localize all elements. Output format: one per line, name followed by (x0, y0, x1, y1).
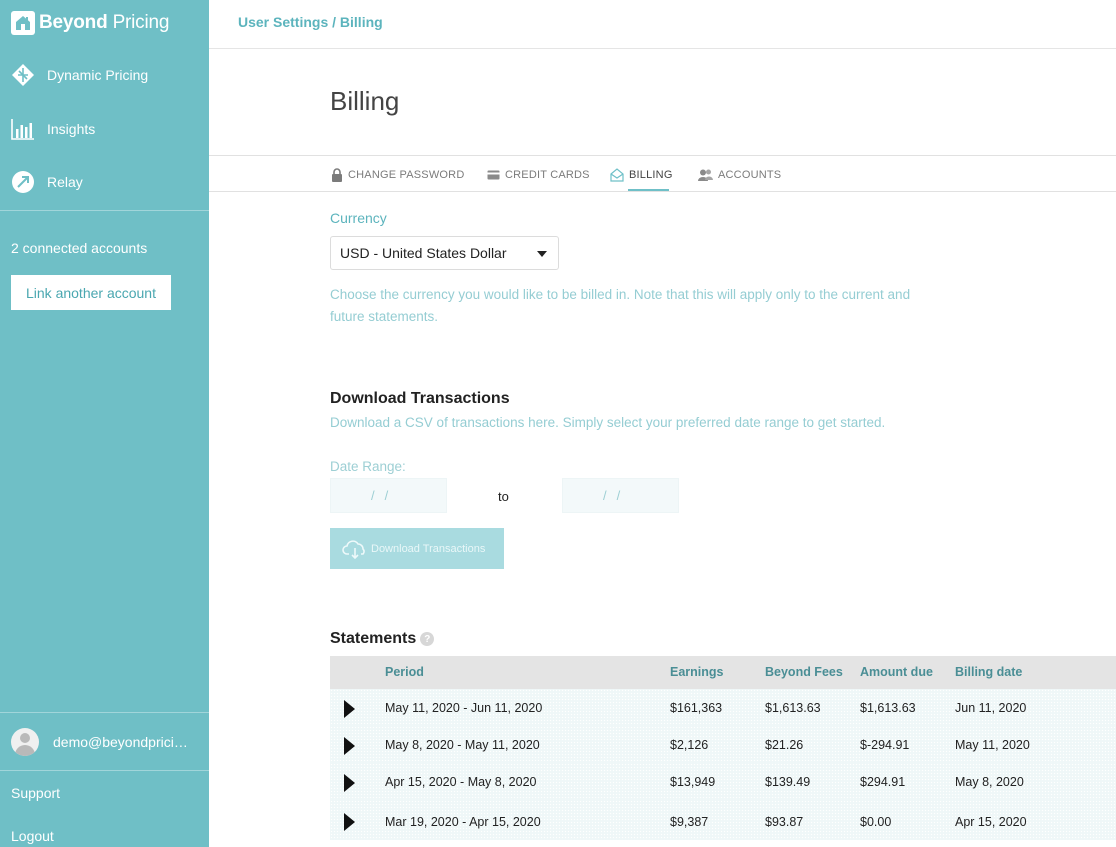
link-account-button[interactable]: Link another account (11, 275, 171, 310)
tab-label: ACCOUNTS (718, 169, 782, 181)
divider (0, 712, 209, 713)
column-header-fees[interactable]: Beyond Fees (765, 665, 843, 679)
tab-accounts[interactable]: ACCOUNTS (698, 166, 781, 184)
cell-period: May 11, 2020 - Jun 11, 2020 (385, 701, 543, 715)
currency-selected-value: USD - United States Dollar (340, 245, 507, 261)
divider (209, 191, 1116, 192)
avatar (11, 728, 39, 756)
dynamic-pricing-icon (11, 63, 35, 87)
credit-card-icon (487, 170, 500, 180)
sidebar-item-label: Relay (47, 174, 83, 190)
sidebar: Beyond Pricing Dynamic Pricing Insights (0, 0, 209, 847)
divider (0, 210, 209, 211)
expand-arrow-icon[interactable] (344, 737, 355, 755)
cell-amount-due: $-294.91 (860, 738, 910, 752)
billing-icon (610, 168, 624, 182)
sidebar-item-dynamic-pricing[interactable]: Dynamic Pricing (11, 61, 148, 89)
support-link[interactable]: Support (11, 785, 60, 801)
expand-arrow-icon[interactable] (344, 813, 355, 831)
tab-change-password[interactable]: CHANGE PASSWORD (331, 166, 464, 184)
cell-billing-date: Jun 11, 2020 (955, 701, 1027, 715)
download-transactions-title: Download Transactions (330, 390, 510, 407)
sidebar-item-relay[interactable]: Relay (11, 168, 83, 196)
end-date-input[interactable]: // (562, 478, 679, 513)
user-menu[interactable]: demo@beyondpricing.com (11, 727, 201, 757)
cell-fees: $1,613.63 (765, 701, 821, 715)
cell-billing-date: Apr 15, 2020 (955, 815, 1027, 829)
tab-billing[interactable]: BILLING (610, 166, 673, 184)
chevron-down-icon (537, 251, 547, 257)
table-row[interactable]: May 11, 2020 - Jun 11, 2020 $161,363 $1,… (330, 689, 1116, 726)
tab-label: BILLING (629, 169, 673, 181)
help-icon[interactable]: ? (420, 632, 435, 646)
relay-icon (11, 170, 35, 194)
table-row[interactable]: May 8, 2020 - May 11, 2020 $2,126 $21.26… (330, 726, 1116, 763)
sidebar-item-label: Dynamic Pricing (47, 67, 149, 83)
cell-amount-due: $294.91 (860, 775, 906, 789)
cell-period: Mar 19, 2020 - Apr 15, 2020 (385, 815, 541, 829)
page-title: Billing (330, 86, 400, 116)
brand-name: Beyond Pricing (39, 12, 170, 33)
cell-amount-due: $1,613.63 (860, 701, 916, 715)
top-bar: User Settings / Billing (209, 0, 1116, 49)
brand[interactable]: Beyond Pricing (11, 10, 169, 36)
connected-accounts-count: 2 connected accounts (11, 240, 148, 256)
tab-label: CHANGE PASSWORD (348, 169, 465, 181)
sidebar-item-label: Insights (47, 121, 96, 137)
download-button-label: Download Transactions (371, 542, 486, 555)
cell-earnings: $2,126 (670, 738, 709, 752)
download-transactions-button[interactable]: Download Transactions (330, 528, 504, 569)
column-header-period[interactable]: Period (385, 665, 424, 679)
tab-credit-cards[interactable]: CREDIT CARDS (487, 166, 590, 184)
cell-period: May 8, 2020 - May 11, 2020 (385, 738, 540, 752)
cell-billing-date: May 8, 2020 (955, 775, 1024, 789)
house-logo-icon (11, 11, 35, 35)
currency-select[interactable]: USD - United States Dollar (330, 236, 559, 270)
statements-table: Period Earnings Beyond Fees Amount due B… (330, 656, 1116, 840)
statements-title: Statements ? (330, 630, 435, 648)
download-transactions-description: Download a CSV of transactions here. Sim… (330, 415, 886, 430)
start-date-input[interactable]: // (330, 478, 447, 513)
currency-help-text: Choose the currency you would like to be… (330, 287, 911, 324)
accounts-icon (698, 169, 713, 181)
date-range-label: Date Range: (330, 459, 406, 474)
cell-period: Apr 15, 2020 - May 8, 2020 (385, 775, 537, 789)
logout-link[interactable]: Logout (11, 828, 54, 844)
cell-earnings: $9,387 (670, 815, 709, 829)
column-header-amount-due[interactable]: Amount due (860, 665, 933, 679)
cell-fees: $139.49 (765, 775, 811, 789)
cloud-download-icon (342, 539, 368, 559)
divider (0, 770, 209, 771)
lock-icon (331, 168, 343, 182)
breadcrumb[interactable]: User Settings / Billing (238, 14, 383, 30)
cell-fees: $93.87 (765, 815, 804, 829)
expand-arrow-icon[interactable] (344, 700, 355, 718)
tab-label: CREDIT CARDS (505, 169, 590, 181)
cell-billing-date: May 11, 2020 (955, 738, 1030, 752)
cell-earnings: $13,949 (670, 775, 716, 789)
cell-amount-due: $0.00 (860, 815, 892, 829)
bar-chart-icon (11, 117, 35, 141)
cell-earnings: $161,363 (670, 701, 723, 715)
expand-arrow-icon[interactable] (344, 774, 355, 792)
cell-fees: $21.26 (765, 738, 804, 752)
column-header-earnings[interactable]: Earnings (670, 665, 724, 679)
column-header-billing-date[interactable]: Billing date (955, 665, 1022, 679)
currency-label: Currency (330, 210, 387, 226)
date-range-separator: to (498, 489, 509, 504)
user-email: demo@beyondpricing.com (53, 734, 193, 750)
table-row[interactable]: Apr 15, 2020 - May 8, 2020 $13,949 $139.… (330, 763, 1116, 800)
sidebar-item-insights[interactable]: Insights (11, 115, 95, 143)
table-row[interactable]: Mar 19, 2020 - Apr 15, 2020 $9,387 $93.8… (330, 800, 1116, 840)
divider (209, 155, 1116, 156)
table-header: Period Earnings Beyond Fees Amount due B… (330, 656, 1116, 689)
